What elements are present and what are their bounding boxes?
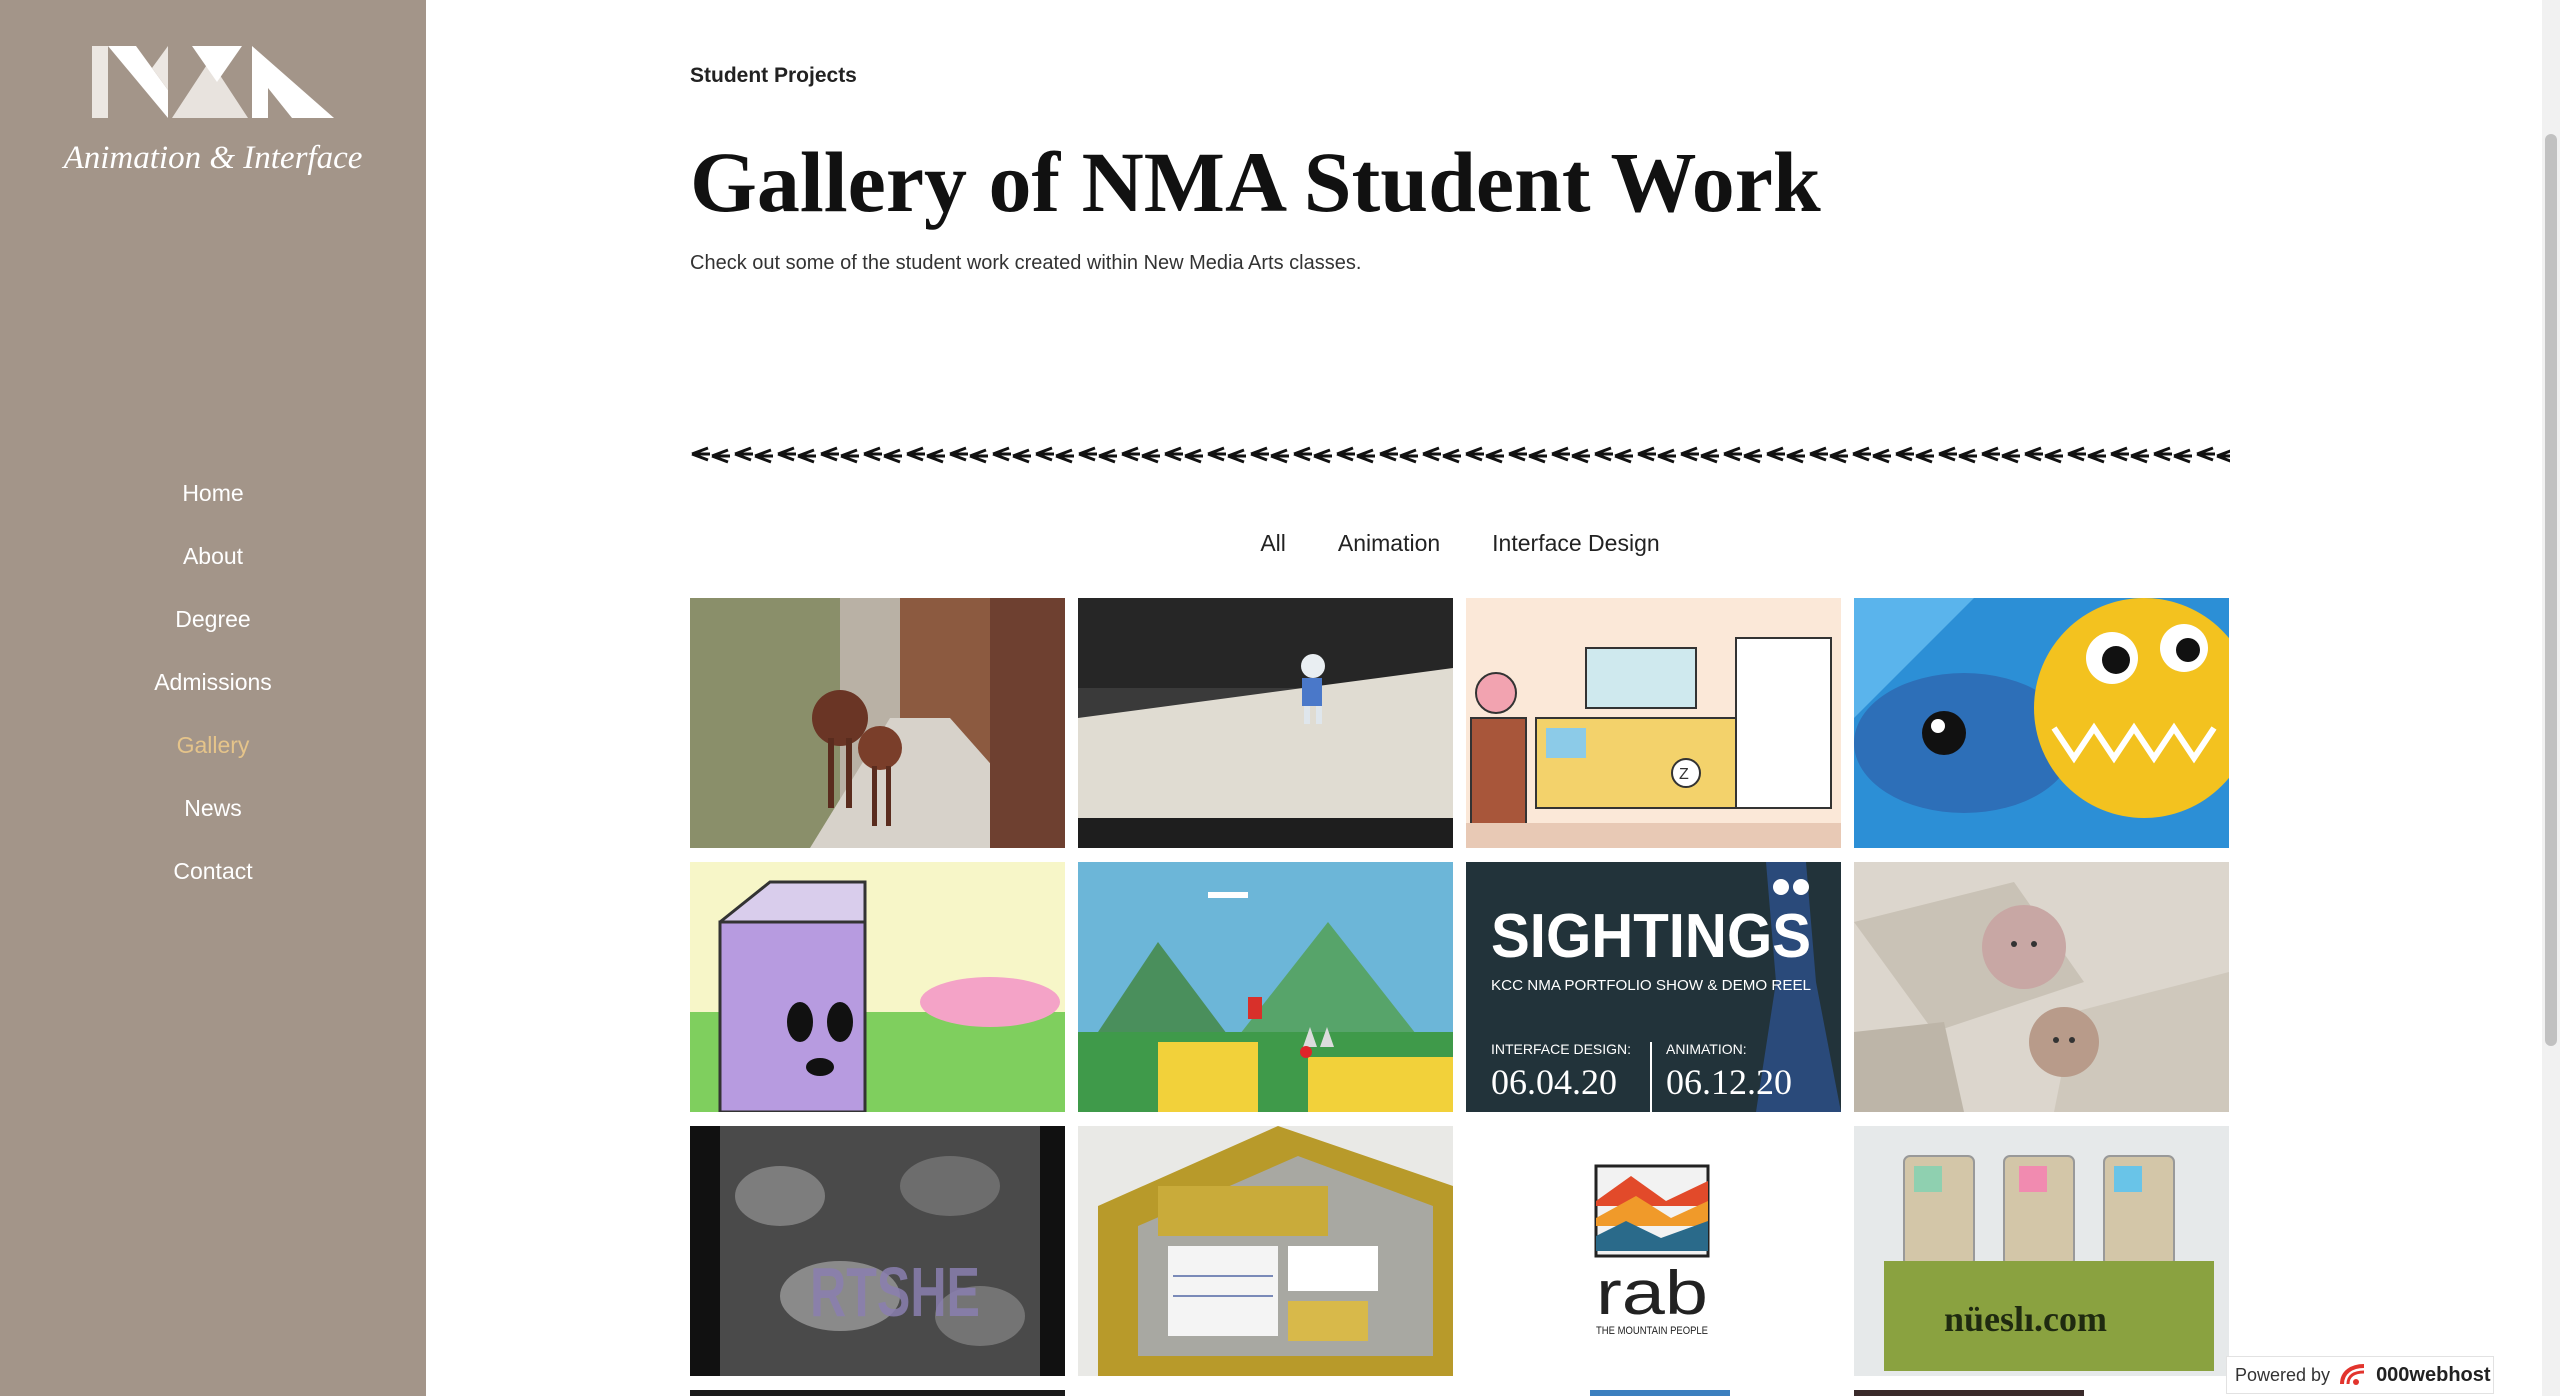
filter-interface-design[interactable]: Interface Design (1492, 530, 1659, 557)
nav-link-degree[interactable]: Degree (175, 606, 250, 633)
nav-link-admissions[interactable]: Admissions (154, 669, 272, 696)
platformer-game-thumbnail (1078, 862, 1453, 1112)
page-scrollbar[interactable] (2542, 0, 2560, 1396)
rab-logo-thumbnail: rab THE MOUNTAIN PEOPLE (1466, 1126, 1841, 1376)
gallery-item-kitchen-illustration[interactable]: Z (1466, 598, 1841, 848)
gallery-item-leaves-typography[interactable]: RTSHE (690, 1126, 1065, 1376)
webhost-icon (2340, 1364, 2365, 1385)
intro-text: Check out some of the student work creat… (690, 252, 1362, 274)
decorative-divider (690, 440, 2230, 470)
gallery-filters: All Animation Interface Design (690, 530, 2230, 557)
poster-subtitle: KCC NMA PORTFOLIO SHOW & DEMO REEL (1491, 977, 1811, 994)
nav-link-gallery[interactable]: Gallery (177, 732, 250, 759)
gallery-item-stationery-kit[interactable] (1078, 1126, 1453, 1376)
nma-logo[interactable] (92, 46, 334, 118)
clay-creatures-thumbnail (690, 598, 1065, 848)
rab-wordmark: rab (1596, 1259, 1708, 1328)
poster-right-date: 06.12.20 (1666, 1062, 1792, 1102)
nav-item-admissions: Admissions (0, 651, 426, 714)
clay-balls-thumbnail (1854, 862, 2229, 1112)
gallery-grid: Z SIGHTINGS KCC NMA PORTFOLIO SHOW & DEM… (690, 598, 2230, 1376)
sightings-poster-thumbnail: SIGHTINGS KCC NMA PORTFOLIO SHOW & DEMO … (1466, 862, 1841, 1112)
svg-text:Z: Z (1679, 766, 1689, 783)
page-title: Gallery of NMA Student Work (690, 134, 1821, 230)
tagline: Animation & Interface (63, 140, 363, 176)
nav-item-contact: Contact (0, 840, 426, 903)
nuesli-jars-thumbnail: nüeslı.com (1854, 1126, 2229, 1376)
nuesli-wordmark: nüeslı.com (1944, 1299, 2107, 1339)
nav-link-news[interactable]: News (184, 795, 242, 822)
poster-title: SIGHTINGS (1491, 902, 1811, 971)
main-nav: Home About Degree Admissions Gallery New… (0, 462, 426, 903)
sidebar: Animation & Interface Home About Degree … (0, 0, 426, 1396)
poster-left-date: 06.04.20 (1491, 1062, 1617, 1102)
nav-item-gallery: Gallery (0, 714, 426, 777)
badge-brand: 000webhost (2376, 1363, 2491, 1386)
milk-carton-thumbnail (690, 862, 1065, 1112)
filter-animation[interactable]: Animation (1338, 530, 1440, 557)
filter-all[interactable]: All (1260, 530, 1286, 557)
gallery-item-fish-illustration[interactable] (1854, 598, 2229, 848)
robot-figure-thumbnail (1078, 598, 1453, 848)
nav-item-degree: Degree (0, 588, 426, 651)
gallery-item-clay-balls[interactable] (1854, 862, 2229, 1112)
hosting-badge[interactable]: Powered by 000webhost (2226, 1356, 2494, 1394)
gallery-item-nuesli-jars[interactable]: nüeslı.com (1854, 1126, 2229, 1376)
gallery-next-row-edge-3 (1590, 1390, 1730, 1396)
rab-tagline: THE MOUNTAIN PEOPLE (1596, 1325, 1708, 1337)
scrollbar-thumb[interactable] (2545, 134, 2557, 1046)
gallery-item-sightings-poster[interactable]: SIGHTINGS KCC NMA PORTFOLIO SHOW & DEMO … (1466, 862, 1841, 1112)
gallery-next-row-edge (690, 1390, 1065, 1396)
nav-item-about: About (0, 525, 426, 588)
poster-right-label: ANIMATION: (1666, 1041, 1747, 1057)
poster-left-label: INTERFACE DESIGN: (1491, 1041, 1631, 1057)
nav-link-contact[interactable]: Contact (173, 858, 252, 885)
gallery-item-milk-carton[interactable] (690, 862, 1065, 1112)
gallery-item-rab-logo[interactable]: rab THE MOUNTAIN PEOPLE (1466, 1126, 1841, 1376)
gallery-item-clay-creatures[interactable] (690, 598, 1065, 848)
nav-item-home: Home (0, 462, 426, 525)
leaves-letters: RTSHE (810, 1253, 980, 1331)
section-label: Student Projects (690, 64, 857, 87)
gallery-next-row-edge-4 (1854, 1390, 2084, 1396)
gallery-item-platformer-game[interactable] (1078, 862, 1453, 1112)
badge-powered-label: Powered by (2235, 1364, 2331, 1385)
gallery-item-robot-figure[interactable] (1078, 598, 1453, 848)
kitchen-illustration-thumbnail: Z (1466, 598, 1841, 848)
fish-illustration-thumbnail (1854, 598, 2229, 848)
leaves-typography-thumbnail: RTSHE (690, 1126, 1065, 1376)
stationery-kit-thumbnail (1078, 1126, 1453, 1376)
nav-link-about[interactable]: About (183, 543, 243, 570)
nav-item-news: News (0, 777, 426, 840)
nav-link-home[interactable]: Home (182, 480, 243, 507)
